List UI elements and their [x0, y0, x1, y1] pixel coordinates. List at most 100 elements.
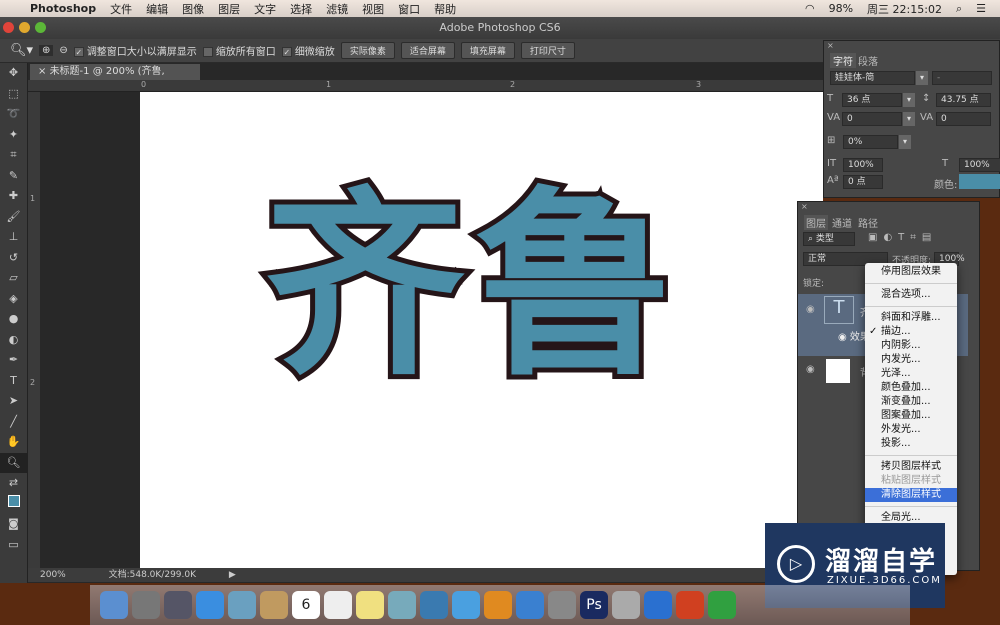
line-tool-icon[interactable]: ╱ [0, 412, 27, 433]
status-menu-icon[interactable]: ▶ [229, 570, 236, 580]
scrubby-zoom-checkbox[interactable]: ✓ 细微缩放 [281, 43, 335, 58]
launchpad-icon[interactable] [132, 591, 160, 619]
resize-windows-checkbox[interactable]: ✓ 调整窗口大小以满屏显示 [73, 43, 197, 58]
tracking-field[interactable]: 0 [936, 112, 991, 126]
minimize-icon[interactable] [19, 22, 30, 33]
canvas[interactable]: 齐 鲁 [140, 92, 823, 568]
swap-colors-icon[interactable]: ⇄ [0, 473, 27, 494]
menu-item[interactable]: 外发光... [865, 423, 957, 437]
safari-icon[interactable] [196, 591, 224, 619]
zoom-in-icon[interactable]: ⊕ [39, 45, 54, 56]
iphoto-icon[interactable] [420, 591, 448, 619]
zoom-tool-icon[interactable]: 🔍︎ [0, 452, 27, 473]
screen-mode-icon[interactable]: ▭ [0, 535, 27, 556]
document-tab[interactable]: × 未标题-1 @ 200% (齐鲁, RGB/8) * [30, 64, 200, 93]
clock[interactable]: 周三 22:15:02 [867, 1, 942, 17]
wps-presentation-icon[interactable] [676, 591, 704, 619]
preview-icon[interactable] [228, 591, 256, 619]
eraser-icon[interactable]: ▱ [0, 268, 27, 289]
menu-item[interactable]: 内阴影... [865, 339, 957, 353]
menu-image[interactable]: 图像 [182, 1, 204, 17]
crop-tool-icon[interactable]: ⌗ [0, 145, 27, 166]
menu-item[interactable]: 拷贝图层样式 [865, 460, 957, 474]
path-select-icon[interactable]: ➤ [0, 391, 27, 412]
help-icon[interactable] [612, 591, 640, 619]
menu-edit[interactable]: 编辑 [146, 1, 168, 17]
baseline-field[interactable]: 0 点 [843, 175, 883, 189]
healing-brush-icon[interactable]: ✚ [0, 186, 27, 207]
tab-layers[interactable]: 图层 [804, 215, 828, 230]
stamp-tool-icon[interactable]: ⊥ [0, 227, 27, 248]
finder-icon[interactable] [100, 591, 128, 619]
kerning-field[interactable]: 0 [842, 112, 902, 126]
menu-item[interactable]: 斜面和浮雕... [865, 311, 957, 325]
menu-item[interactable]: 颜色叠加... [865, 381, 957, 395]
eye-icon[interactable]: ◉ [806, 364, 815, 375]
menu-app[interactable]: Photoshop [30, 2, 96, 15]
photo-browser-icon[interactable] [164, 591, 192, 619]
photos-icon[interactable] [388, 591, 416, 619]
battery-text[interactable]: 98% [829, 2, 853, 15]
hand-tool-icon[interactable]: ✋ [0, 432, 27, 453]
type-tool-icon[interactable]: T [0, 371, 27, 392]
menu-item[interactable]: 图案叠加... [865, 409, 957, 423]
font-family-select[interactable]: 娃娃体-简 [830, 71, 915, 85]
itunes-icon[interactable] [452, 591, 480, 619]
contacts-icon[interactable] [260, 591, 288, 619]
horizontal-scale-field[interactable]: 100% [959, 158, 1000, 172]
pen-tool-icon[interactable]: ✒ [0, 350, 27, 371]
font-size-field[interactable]: 36 点 [842, 93, 902, 107]
app-store-icon[interactable] [516, 591, 544, 619]
wps-spreadsheet-icon[interactable] [708, 591, 736, 619]
menu-filter[interactable]: 滤镜 [326, 1, 348, 17]
tab-paths[interactable]: 路径 [858, 215, 878, 230]
font-style-select[interactable]: - [932, 71, 992, 85]
notes-icon[interactable] [356, 591, 384, 619]
magic-wand-icon[interactable]: ✦ [0, 125, 27, 146]
notification-icon[interactable]: ☰ [976, 2, 986, 15]
wps-writer-icon[interactable] [644, 591, 672, 619]
filter-icons[interactable]: ▣◐T⌗▤ [868, 232, 937, 243]
zoom-all-checkbox[interactable]: 缩放所有窗口 [202, 43, 276, 58]
menu-layer[interactable]: 图层 [218, 1, 240, 17]
zoom-icon[interactable] [35, 22, 46, 33]
close-icon[interactable] [3, 22, 14, 33]
color-swatch[interactable] [959, 174, 1000, 189]
tab-channels[interactable]: 通道 [832, 215, 852, 230]
zoom-level[interactable]: 200% [40, 570, 66, 580]
marquee-tool-icon[interactable]: ⬚ [0, 84, 27, 105]
menu-item[interactable]: 光泽... [865, 367, 957, 381]
actual-pixels-button[interactable]: 实际像素 [340, 42, 395, 59]
layer-filter-select[interactable]: ⌕ 类型 [803, 232, 855, 246]
history-brush-icon[interactable]: ↺ [0, 248, 27, 269]
tab-close-icon[interactable]: × [38, 66, 50, 77]
menu-item[interactable]: 混合选项... [865, 288, 957, 302]
color-swatches[interactable] [0, 494, 27, 515]
blur-tool-icon[interactable]: ● [0, 309, 27, 330]
menu-window[interactable]: 窗口 [398, 1, 420, 17]
fill-screen-button[interactable]: 填充屏幕 [460, 42, 515, 59]
fit-screen-button[interactable]: 适合屏幕 [400, 42, 455, 59]
dodge-tool-icon[interactable]: ◐ [0, 330, 27, 351]
photoshop-icon[interactable]: Ps [580, 591, 608, 619]
tsume-field[interactable]: 0% [843, 135, 898, 149]
menu-view[interactable]: 视图 [362, 1, 384, 17]
menu-item[interactable]: 停用图层效果 [865, 265, 957, 279]
menu-help[interactable]: 帮助 [434, 1, 456, 17]
wifi-icon[interactable]: ◠ [805, 2, 815, 15]
move-tool-icon[interactable]: ✥ [0, 63, 27, 84]
spotlight-icon[interactable]: ⌕ [956, 2, 962, 16]
lasso-tool-icon[interactable]: ➰ [0, 104, 27, 125]
zoom-tool-icon[interactable]: 🔍︎▾ [10, 43, 33, 58]
system-preferences-icon[interactable] [548, 591, 576, 619]
brush-tool-icon[interactable]: 🖌︎ [0, 207, 27, 228]
menu-item[interactable]: ✓ 描边... [865, 325, 957, 339]
menu-item[interactable]: 内发光... [865, 353, 957, 367]
menu-select[interactable]: 选择 [290, 1, 312, 17]
paint-bucket-icon[interactable]: ◈ [0, 289, 27, 310]
menu-item[interactable]: 投影... [865, 437, 957, 451]
quick-mask-icon[interactable]: ◙ [0, 514, 27, 535]
eyedropper-icon[interactable]: ✎ [0, 166, 27, 187]
leading-field[interactable]: 43.75 点 [936, 93, 991, 107]
ibooks-icon[interactable] [484, 591, 512, 619]
